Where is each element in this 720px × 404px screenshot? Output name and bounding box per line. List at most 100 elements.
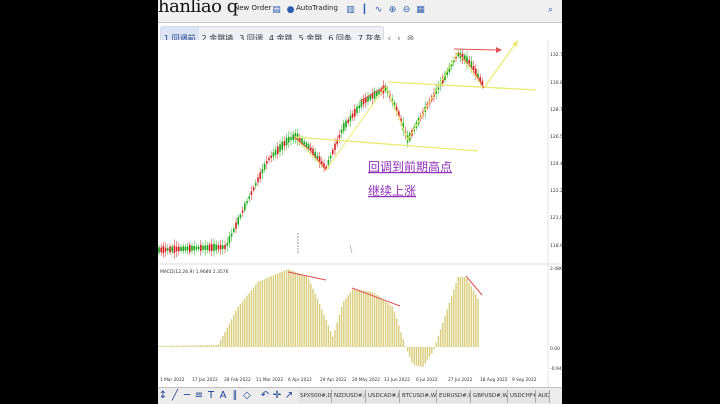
symbol-tab[interactable]: USDCHF#,H4 bbox=[508, 390, 536, 403]
macd-bar bbox=[270, 276, 272, 347]
macd-bar bbox=[224, 331, 226, 347]
macd-bar bbox=[310, 283, 312, 347]
arrow-tool-icon[interactable]: ↗ bbox=[284, 389, 294, 403]
macd-bar bbox=[226, 327, 228, 347]
time-axis-label: 27 Jul 2022 bbox=[448, 377, 473, 383]
candle-body bbox=[327, 159, 330, 165]
bar-chart-icon[interactable]: ▥ bbox=[344, 4, 357, 17]
macd-bar bbox=[470, 286, 473, 347]
macd-bar bbox=[274, 274, 277, 347]
macd-bar bbox=[367, 291, 369, 347]
tile-windows-icon[interactable]: ▦ bbox=[414, 4, 427, 17]
candle-body bbox=[356, 106, 358, 113]
symbol-tab[interactable]: BTCUSD#,Weekly bbox=[400, 390, 437, 403]
undo-icon[interactable]: ↶ bbox=[260, 389, 270, 403]
macd-bar bbox=[316, 298, 319, 347]
macd-bar bbox=[162, 345, 165, 347]
macd-bar bbox=[252, 287, 255, 347]
price-axis-label: 121.064 bbox=[550, 215, 562, 221]
macd-bar bbox=[314, 293, 316, 347]
symbol-tab[interactable]: USDCAD#,Daily bbox=[366, 390, 400, 403]
symbol-tab[interactable]: EURUSD#,Daily bbox=[437, 390, 471, 403]
macd-bar bbox=[329, 331, 332, 347]
channel-tool-icon[interactable]: ∥ bbox=[230, 389, 240, 403]
macd-bar bbox=[173, 345, 176, 347]
candle-body bbox=[191, 245, 193, 251]
fib-tool-icon[interactable]: ≡ bbox=[194, 389, 204, 403]
macd-bar bbox=[420, 347, 422, 367]
macd-bar bbox=[290, 270, 292, 347]
price-chart-svg[interactable]: 132.75 130.850 128.710 126.571 124.400 122.21… bbox=[158, 40, 562, 387]
macd-bar bbox=[417, 347, 420, 367]
macd-bar bbox=[354, 289, 356, 347]
crosshair-icon[interactable]: ✛ bbox=[272, 389, 282, 403]
macd-bar bbox=[255, 284, 257, 347]
zoom-out-icon[interactable]: ⊖ bbox=[400, 4, 413, 17]
candle-body bbox=[213, 243, 215, 252]
macd-bar bbox=[160, 345, 162, 347]
candle-body bbox=[283, 141, 286, 147]
shape-tool-icon[interactable]: ◇ bbox=[242, 389, 252, 403]
macd-bar bbox=[200, 345, 202, 347]
line-chart-icon[interactable]: ∿ bbox=[372, 4, 385, 17]
macd-bar bbox=[266, 278, 268, 347]
price-chart-area[interactable]: 132.75 130.850 128.710 126.571 124.400 122.21… bbox=[158, 40, 562, 387]
macd-bar bbox=[444, 316, 446, 347]
symbol-tab[interactable]: NZDUSD#,H4 bbox=[332, 390, 366, 403]
new-order-button[interactable]: New Order bbox=[234, 4, 271, 12]
symbol-tab[interactable]: SPX500#,Daily bbox=[298, 390, 332, 403]
macd-bar bbox=[450, 296, 453, 347]
auto-trading-button[interactable]: AutoTrading bbox=[296, 4, 338, 12]
candle-body bbox=[365, 98, 367, 103]
label-tool-icon[interactable]: A bbox=[218, 389, 228, 403]
candle-body bbox=[197, 246, 200, 250]
macd-bar bbox=[475, 294, 477, 347]
macd-bar bbox=[369, 291, 371, 347]
candle-body bbox=[272, 152, 275, 157]
macd-bar bbox=[453, 289, 455, 347]
search-icon[interactable]: ⌕ bbox=[544, 4, 557, 17]
symbol-tab[interactable]: GBPUSD#,Weekly bbox=[471, 390, 508, 403]
candle-body bbox=[288, 136, 290, 143]
macd-bar bbox=[288, 269, 290, 347]
macd-bar bbox=[318, 304, 321, 347]
chart-icon[interactable]: ▤ bbox=[270, 4, 283, 17]
macd-bar bbox=[272, 275, 275, 347]
channel-watermark: hanliao q bbox=[158, 0, 238, 17]
candle-body bbox=[215, 244, 217, 251]
zoom-in-icon[interactable]: ⊕ bbox=[386, 4, 399, 17]
symbol-tab[interactable]: AUD bbox=[536, 390, 550, 403]
macd-bar bbox=[332, 336, 334, 347]
price-axis-label: 122.210 bbox=[550, 188, 562, 194]
macd-bar bbox=[193, 345, 195, 347]
line-tool-icon[interactable]: ╱ bbox=[170, 389, 180, 403]
macd-bar bbox=[215, 345, 217, 347]
candle-body bbox=[351, 113, 354, 118]
candle-body bbox=[338, 134, 341, 139]
cursor-tool-icon[interactable]: ↕ bbox=[158, 389, 168, 403]
macd-bar bbox=[303, 275, 305, 347]
macd-bar bbox=[211, 345, 213, 347]
candle-body bbox=[202, 245, 204, 250]
candle-body bbox=[360, 101, 363, 107]
macd-bar bbox=[167, 345, 169, 347]
macd-bar bbox=[239, 304, 242, 347]
price-axis-label: 128.710 bbox=[550, 107, 562, 113]
macd-bar bbox=[457, 277, 459, 347]
time-axis-label: 6 Jul 2022 bbox=[416, 377, 438, 383]
hline-tool-icon[interactable]: ─ bbox=[182, 389, 192, 403]
candle-body bbox=[263, 163, 266, 170]
macd-bar bbox=[189, 345, 191, 347]
candle-chart-icon[interactable]: ┃ bbox=[358, 4, 371, 17]
macd-bar bbox=[261, 280, 264, 347]
macd-bar bbox=[250, 290, 253, 347]
candle-body bbox=[281, 141, 283, 150]
candle-body bbox=[222, 245, 224, 249]
text-tool-icon[interactable]: T bbox=[206, 389, 216, 403]
macd-bar bbox=[206, 345, 209, 347]
macd-bar bbox=[442, 322, 444, 347]
candle-body bbox=[226, 243, 228, 246]
macd-bar bbox=[393, 311, 396, 347]
macd-bar bbox=[158, 345, 160, 347]
macd-bar bbox=[433, 347, 435, 349]
